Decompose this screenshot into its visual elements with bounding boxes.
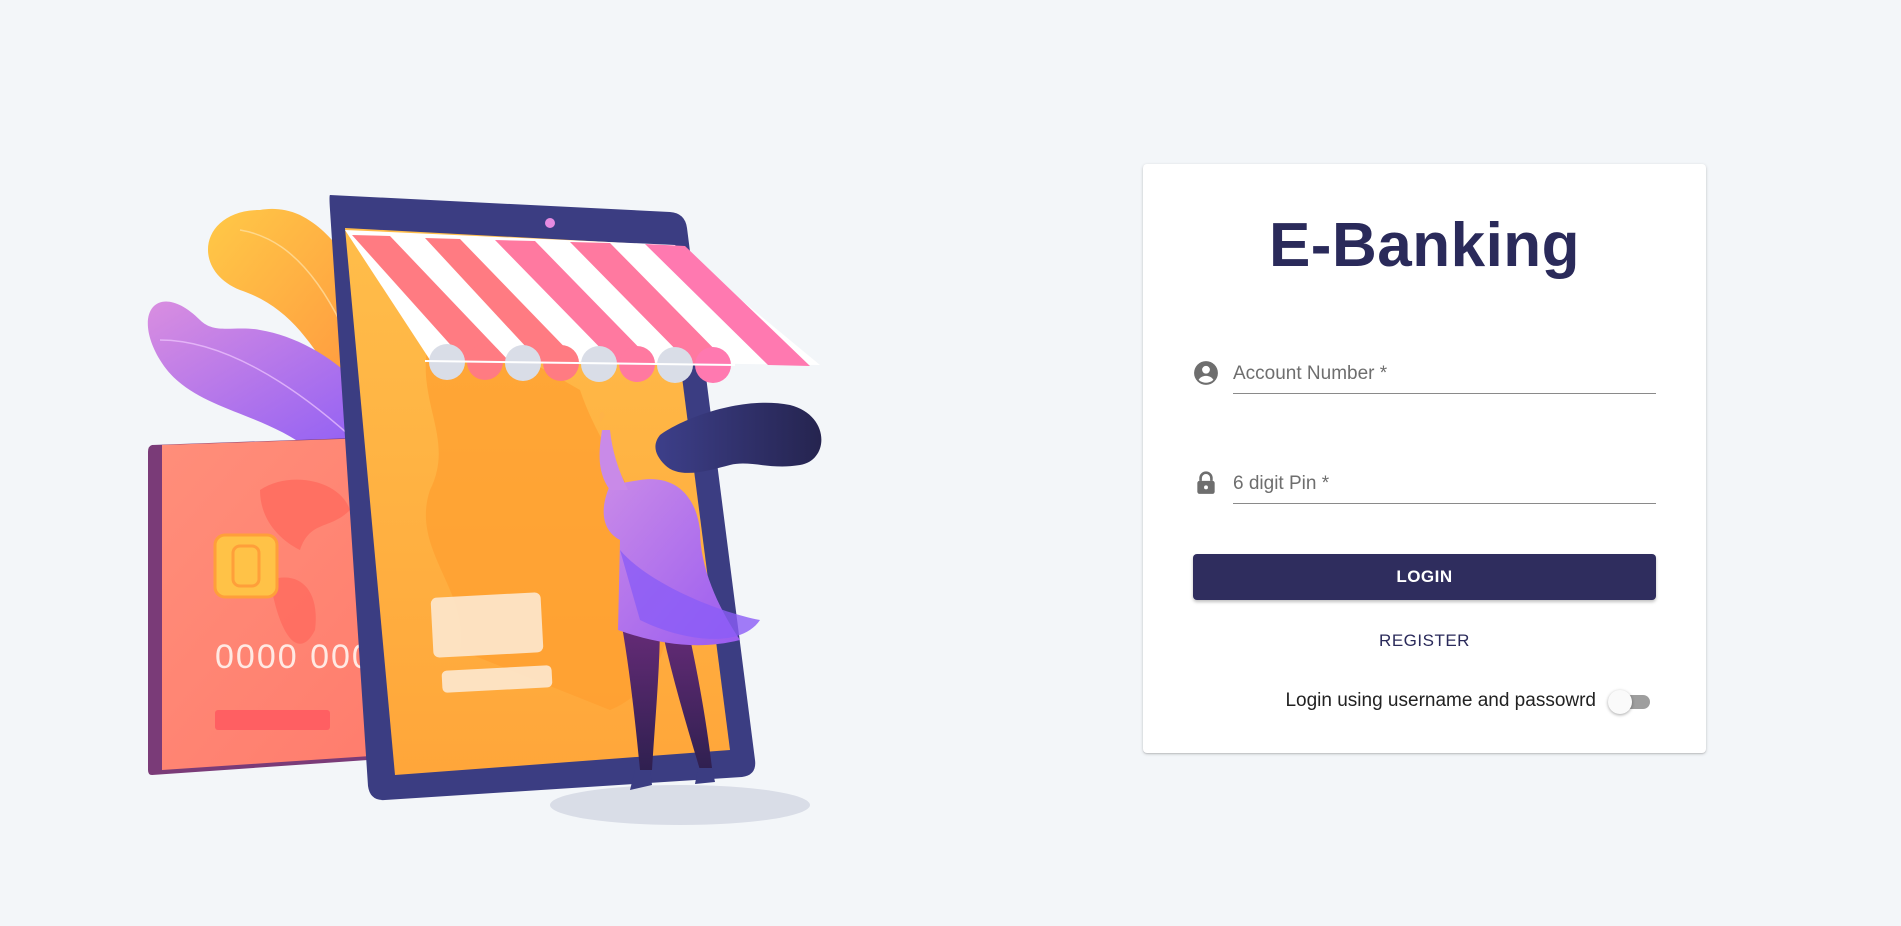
card-chip — [213, 533, 279, 599]
shopping-illustration: 0000 0000 0 — [147, 195, 822, 825]
login-card: E-Banking LOGIN REGISTER Login using use… — [1143, 164, 1706, 753]
pin-input[interactable] — [1233, 464, 1656, 504]
login-mode-toggle-switch[interactable] — [1608, 690, 1656, 714]
login-page: 0000 0000 0 E-Banking Account Number * L… — [0, 0, 1901, 926]
app-title: E-Banking — [1268, 211, 1581, 280]
phone-panel — [430, 592, 544, 658]
account-circle-icon — [1194, 361, 1218, 385]
account-number-input[interactable] — [1233, 354, 1656, 394]
login-mode-toggle-label: Login using username and passowrd — [1285, 690, 1596, 711]
ground-shadow — [550, 785, 810, 825]
toggle-thumb — [1608, 690, 1632, 714]
phone-camera — [545, 218, 555, 228]
pin-field — [1193, 464, 1656, 508]
login-mode-toggle-row: Login using username and passowrd — [1143, 686, 1656, 716]
register-button[interactable]: REGISTER — [1143, 630, 1706, 652]
login-button[interactable]: LOGIN — [1193, 554, 1656, 600]
lock-icon — [1197, 471, 1215, 494]
account-number-field — [1193, 354, 1656, 398]
